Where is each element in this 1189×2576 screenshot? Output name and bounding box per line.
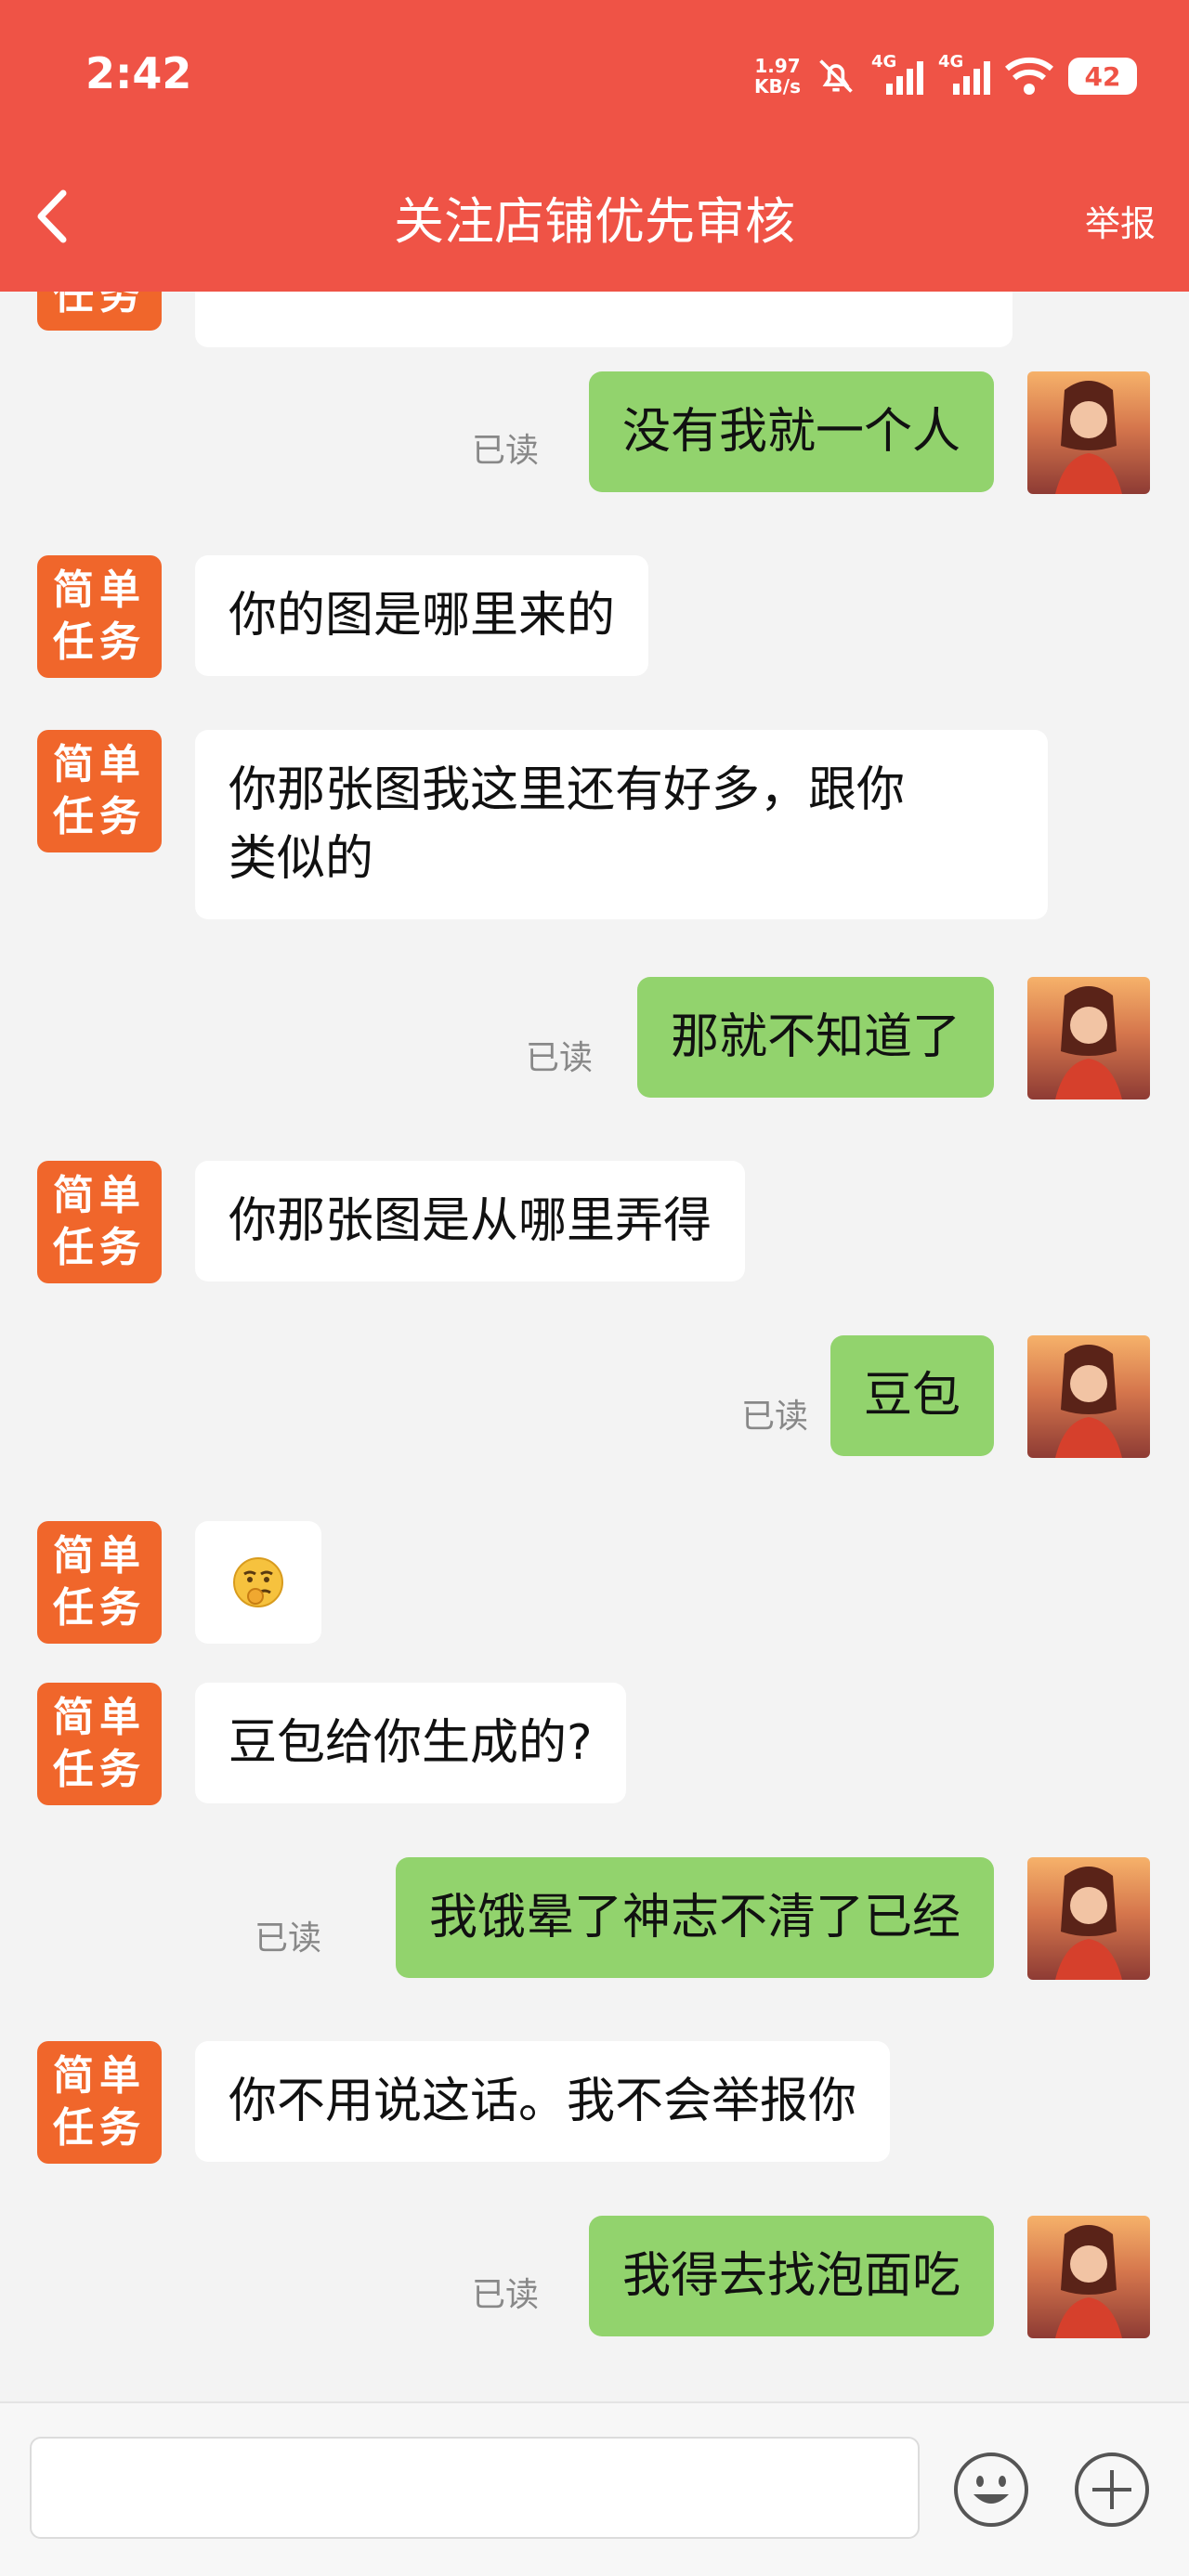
message-bubble-incoming[interactable]	[195, 292, 1013, 347]
chat-header: 关注店铺优先审核 举报	[0, 141, 1189, 292]
user-portrait-icon	[1055, 2225, 1122, 2338]
read-receipt: 已读	[740, 1398, 808, 1436]
message-bubble-incoming[interactable]: 你的图是哪里来的	[195, 555, 649, 676]
thinking-emoji-icon	[233, 1557, 283, 1607]
network-speed: 1.97 KB/s	[754, 55, 801, 98]
message-bubble-incoming[interactable]	[195, 1521, 321, 1644]
message-bubble-incoming[interactable]: 豆包给你生成的?	[195, 1683, 626, 1803]
message-bubble-outgoing[interactable]: 没有我就一个人	[588, 371, 994, 492]
read-receipt: 已读	[254, 1919, 321, 1958]
task-avatar[interactable]: 简单任务	[37, 292, 162, 331]
mute-bell-icon	[819, 59, 853, 93]
task-avatar[interactable]: 简单任务	[37, 1521, 162, 1644]
user-portrait-icon	[1055, 986, 1122, 1099]
message-bubble-outgoing[interactable]: 那就不知道了	[636, 977, 994, 1098]
plus-icon[interactable]	[1074, 2452, 1150, 2528]
task-avatar[interactable]: 简单任务	[37, 555, 162, 678]
read-receipt: 已读	[471, 432, 539, 470]
user-avatar[interactable]	[1027, 2216, 1150, 2338]
user-avatar[interactable]	[1027, 977, 1150, 1099]
status-bar: 2:42 1.97 KB/s 4G 4G 42	[0, 0, 1189, 141]
task-avatar[interactable]: 简单任务	[37, 2041, 162, 2164]
signal-icon: 4G	[871, 52, 923, 95]
read-receipt: 已读	[471, 2276, 539, 2314]
input-bar	[0, 2401, 1189, 2576]
message-bubble-incoming[interactable]: 你那张图我这里还有好多，跟你 类似的	[195, 730, 1048, 919]
message-bubble-outgoing[interactable]: 我得去找泡面吃	[588, 2216, 994, 2336]
wifi-icon	[1005, 57, 1053, 95]
message-bubble-outgoing[interactable]: 豆包	[830, 1335, 994, 1456]
report-button[interactable]: 举报	[1085, 195, 1156, 246]
task-avatar[interactable]: 简单任务	[37, 730, 162, 852]
user-portrait-icon	[1055, 1345, 1122, 1458]
battery-icon: 42	[1068, 58, 1137, 95]
page-title: 关注店铺优先审核	[394, 192, 795, 251]
message-list[interactable]: 简单任务 已读 没有我就一个人 简单任务 你的图是哪里来的 简单任务 你那张图我…	[0, 292, 1189, 2401]
signal-icon: 4G	[938, 52, 990, 95]
status-icons: 1.97 KB/s 4G 4G 42	[754, 50, 1137, 102]
message-bubble-incoming[interactable]: 你不用说这话。我不会举报你	[195, 2041, 891, 2162]
user-avatar[interactable]	[1027, 371, 1150, 494]
task-avatar[interactable]: 简单任务	[37, 1161, 162, 1283]
message-input[interactable]	[30, 2437, 920, 2539]
read-receipt: 已读	[525, 1039, 593, 1077]
message-bubble-outgoing[interactable]: 我饿晕了神志不清了已经	[395, 1857, 994, 1978]
status-time: 2:42	[85, 48, 192, 98]
user-avatar[interactable]	[1027, 1335, 1150, 1458]
emoji-icon[interactable]	[953, 2452, 1029, 2528]
user-portrait-icon	[1055, 381, 1122, 494]
user-avatar[interactable]	[1027, 1857, 1150, 1980]
task-avatar[interactable]: 简单任务	[37, 1683, 162, 1805]
message-bubble-incoming[interactable]: 你那张图是从哪里弄得	[195, 1161, 746, 1281]
user-portrait-icon	[1055, 1867, 1122, 1980]
